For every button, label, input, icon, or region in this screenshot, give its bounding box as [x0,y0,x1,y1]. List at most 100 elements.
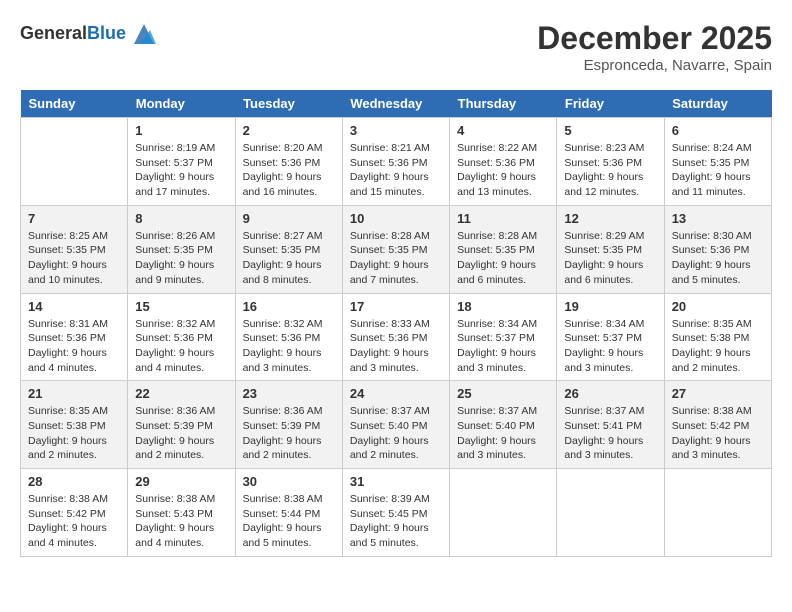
day-number: 9 [243,211,335,226]
calendar-cell: 30Sunrise: 8:38 AM Sunset: 5:44 PM Dayli… [235,469,342,557]
calendar-cell: 21 Sunrise: 8:35 AM Sunset: 5:38 PM Dayli… [21,381,128,469]
day-number: 8 [135,211,227,226]
calendar-cell: 24 Sunrise: 8:37 AM Sunset: 5:40 PM Dayli… [342,381,449,469]
calendar-cell [557,469,664,557]
page-header: GeneralBlue December 2025 Espronceda, Na… [20,20,772,74]
day-info: Sunrise: 8:37 AM Sunset: 5:40 PM Dayligh… [457,404,549,463]
calendar-cell: 26 Sunrise: 8:37 AM Sunset: 5:41 PM Dayli… [557,381,664,469]
calendar-cell: 23 Sunrise: 8:36 AM Sunset: 5:39 PM Dayli… [235,381,342,469]
calendar-cell: 22Sunrise: 8:36 AM Sunset: 5:39 PM Dayli… [128,381,235,469]
day-number: 4 [457,123,549,138]
day-info: Sunrise: 8:35 AM Sunset: 5:38 PM Dayligh… [672,317,764,376]
calendar-cell [21,118,128,206]
day-info: Sunrise: 8:38 AM Sunset: 5:43 PM Dayligh… [135,492,227,551]
day-number: 15 [135,299,227,314]
day-info: Sunrise: 8:28 AM Sunset: 5:35 PM Dayligh… [350,229,442,288]
logo: GeneralBlue [20,20,158,48]
calendar-cell: 25 Sunrise: 8:37 AM Sunset: 5:40 PM Dayli… [450,381,557,469]
calendar-cell: 12 Sunrise: 8:29 AM Sunset: 5:35 PM Dayli… [557,205,664,293]
calendar-cell: 2 Sunrise: 8:20 AM Sunset: 5:36 PM Daylig… [235,118,342,206]
calendar-week-4: 21 Sunrise: 8:35 AM Sunset: 5:38 PM Dayli… [21,381,772,469]
calendar-cell: 7Sunrise: 8:25 AM Sunset: 5:35 PM Daylig… [21,205,128,293]
day-info: Sunrise: 8:38 AM Sunset: 5:44 PM Dayligh… [243,492,335,551]
logo-general-text: General [20,23,87,43]
day-number: 6 [672,123,764,138]
day-info: Sunrise: 8:29 AM Sunset: 5:35 PM Dayligh… [564,229,656,288]
day-info: Sunrise: 8:33 AM Sunset: 5:36 PM Dayligh… [350,317,442,376]
header-saturday: Saturday [664,90,771,118]
calendar-cell: 4Sunrise: 8:22 AM Sunset: 5:36 PM Daylig… [450,118,557,206]
day-number: 11 [457,211,549,226]
calendar-cell: 1 Sunrise: 8:19 AM Sunset: 5:37 PM Daylig… [128,118,235,206]
day-number: 20 [672,299,764,314]
day-number: 16 [243,299,335,314]
calendar-cell: 19 Sunrise: 8:34 AM Sunset: 5:37 PM Dayli… [557,293,664,381]
calendar-cell: 9Sunrise: 8:27 AM Sunset: 5:35 PM Daylig… [235,205,342,293]
day-info: Sunrise: 8:26 AM Sunset: 5:35 PM Dayligh… [135,229,227,288]
calendar-table: Sunday Monday Tuesday Wednesday Thursday… [20,90,772,557]
day-number: 27 [672,386,764,401]
day-info: Sunrise: 8:30 AM Sunset: 5:36 PM Dayligh… [672,229,764,288]
day-number: 22 [135,386,227,401]
calendar-cell: 18 Sunrise: 8:34 AM Sunset: 5:37 PM Dayli… [450,293,557,381]
day-info: Sunrise: 8:23 AM Sunset: 5:36 PM Dayligh… [564,141,656,200]
day-number: 13 [672,211,764,226]
day-info: Sunrise: 8:34 AM Sunset: 5:37 PM Dayligh… [457,317,549,376]
day-info: Sunrise: 8:32 AM Sunset: 5:36 PM Dayligh… [135,317,227,376]
calendar-cell: 20 Sunrise: 8:35 AM Sunset: 5:38 PM Dayli… [664,293,771,381]
calendar-cell: 28Sunrise: 8:38 AM Sunset: 5:42 PM Dayli… [21,469,128,557]
month-title: December 2025 [537,20,772,57]
day-number: 31 [350,474,442,489]
header-thursday: Thursday [450,90,557,118]
day-number: 28 [28,474,120,489]
logo-icon [130,20,158,48]
day-number: 29 [135,474,227,489]
day-number: 2 [243,123,335,138]
day-info: Sunrise: 8:37 AM Sunset: 5:41 PM Dayligh… [564,404,656,463]
day-number: 21 [28,386,120,401]
day-number: 24 [350,386,442,401]
calendar-cell: 3 Sunrise: 8:21 AM Sunset: 5:36 PM Daylig… [342,118,449,206]
day-number: 12 [564,211,656,226]
calendar-cell: 16 Sunrise: 8:32 AM Sunset: 5:36 PM Dayli… [235,293,342,381]
day-number: 17 [350,299,442,314]
calendar-cell: 11 Sunrise: 8:28 AM Sunset: 5:35 PM Dayli… [450,205,557,293]
day-info: Sunrise: 8:19 AM Sunset: 5:37 PM Dayligh… [135,141,227,200]
calendar-cell: 15 Sunrise: 8:32 AM Sunset: 5:36 PM Dayli… [128,293,235,381]
calendar-cell: 13 Sunrise: 8:30 AM Sunset: 5:36 PM Dayli… [664,205,771,293]
day-info: Sunrise: 8:38 AM Sunset: 5:42 PM Dayligh… [672,404,764,463]
day-info: Sunrise: 8:39 AM Sunset: 5:45 PM Dayligh… [350,492,442,551]
header-wednesday: Wednesday [342,90,449,118]
calendar-week-3: 14Sunrise: 8:31 AM Sunset: 5:36 PM Dayli… [21,293,772,381]
day-number: 19 [564,299,656,314]
calendar-cell [450,469,557,557]
day-number: 3 [350,123,442,138]
day-number: 1 [135,123,227,138]
day-number: 23 [243,386,335,401]
calendar-cell: 27 Sunrise: 8:38 AM Sunset: 5:42 PM Dayli… [664,381,771,469]
day-info: Sunrise: 8:28 AM Sunset: 5:35 PM Dayligh… [457,229,549,288]
header-sunday: Sunday [21,90,128,118]
day-info: Sunrise: 8:34 AM Sunset: 5:37 PM Dayligh… [564,317,656,376]
title-area: December 2025 Espronceda, Navarre, Spain [537,20,772,74]
day-info: Sunrise: 8:20 AM Sunset: 5:36 PM Dayligh… [243,141,335,200]
day-info: Sunrise: 8:24 AM Sunset: 5:35 PM Dayligh… [672,141,764,200]
day-info: Sunrise: 8:31 AM Sunset: 5:36 PM Dayligh… [28,317,120,376]
header-monday: Monday [128,90,235,118]
calendar-cell: 6 Sunrise: 8:24 AM Sunset: 5:35 PM Daylig… [664,118,771,206]
day-info: Sunrise: 8:35 AM Sunset: 5:38 PM Dayligh… [28,404,120,463]
day-number: 18 [457,299,549,314]
day-number: 25 [457,386,549,401]
day-info: Sunrise: 8:36 AM Sunset: 5:39 PM Dayligh… [243,404,335,463]
day-info: Sunrise: 8:32 AM Sunset: 5:36 PM Dayligh… [243,317,335,376]
calendar-cell: 29 Sunrise: 8:38 AM Sunset: 5:43 PM Dayli… [128,469,235,557]
day-number: 26 [564,386,656,401]
calendar-header-row: Sunday Monday Tuesday Wednesday Thursday… [21,90,772,118]
calendar-week-1: 1 Sunrise: 8:19 AM Sunset: 5:37 PM Daylig… [21,118,772,206]
calendar-week-2: 7Sunrise: 8:25 AM Sunset: 5:35 PM Daylig… [21,205,772,293]
calendar-cell: 5Sunrise: 8:23 AM Sunset: 5:36 PM Daylig… [557,118,664,206]
calendar-cell: 8 Sunrise: 8:26 AM Sunset: 5:35 PM Daylig… [128,205,235,293]
calendar-cell: 10Sunrise: 8:28 AM Sunset: 5:35 PM Dayli… [342,205,449,293]
day-info: Sunrise: 8:37 AM Sunset: 5:40 PM Dayligh… [350,404,442,463]
day-info: Sunrise: 8:21 AM Sunset: 5:36 PM Dayligh… [350,141,442,200]
